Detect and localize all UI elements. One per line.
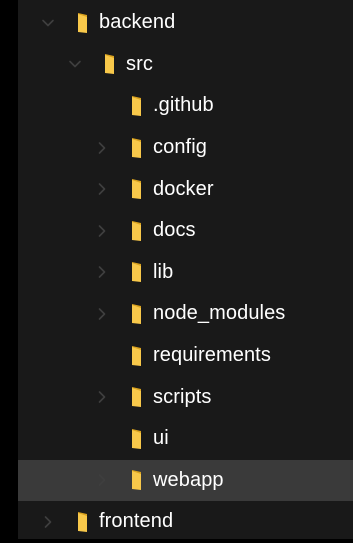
chevron-down-icon[interactable] [38, 13, 58, 33]
folder-icon [128, 261, 148, 283]
tree-item-label: docker [153, 177, 214, 200]
tree-item-label: requirements [153, 344, 271, 367]
chevron-right-icon[interactable] [92, 179, 112, 199]
folder-icon [128, 303, 148, 325]
folder-icon [128, 345, 148, 367]
folder-icon [128, 220, 148, 242]
folder-icon [128, 386, 148, 408]
tree-item-label: docs [153, 219, 196, 242]
chevron-right-icon[interactable] [92, 470, 112, 490]
tree-item-ui[interactable]: ui [18, 418, 353, 460]
tree-item-label: backend [99, 11, 176, 34]
tree-item-webapp[interactable]: webapp [18, 459, 353, 502]
chevron-right-icon[interactable] [92, 387, 112, 407]
tree-item-label: .github [153, 94, 214, 117]
chevron-right-icon[interactable] [92, 221, 112, 241]
tree-item-docs[interactable]: docs [18, 210, 353, 252]
folder-tree: backend src .github config docker docs lib node… [0, 0, 353, 539]
folder-icon [128, 95, 148, 117]
tree-item-scripts[interactable]: scripts [18, 376, 353, 418]
tree-item-config[interactable]: config [18, 127, 353, 169]
tree-item-frontend[interactable]: frontend [18, 501, 353, 543]
tree-item-lib[interactable]: lib [18, 252, 353, 294]
tree-item-label: config [153, 136, 207, 159]
tree-item-label: ui [153, 427, 169, 450]
tree-item-label: lib [153, 260, 174, 283]
chevron-down-icon[interactable] [65, 54, 85, 74]
folder-icon [128, 137, 148, 159]
tree-item-github[interactable]: .github [18, 85, 353, 127]
tree-item-label: frontend [99, 510, 174, 533]
tree-item-docker[interactable]: docker [18, 168, 353, 210]
folder-icon [128, 428, 148, 450]
tree-item-requirements[interactable]: requirements [18, 335, 353, 377]
chevron-right-icon[interactable] [92, 138, 112, 158]
folder-icon [101, 53, 121, 75]
tree-item-src[interactable]: src [18, 44, 353, 86]
chevron-right-icon[interactable] [92, 304, 112, 324]
chevron-right-icon[interactable] [92, 262, 112, 282]
tree-item-label: src [126, 52, 153, 75]
tree-item-label: webapp [153, 468, 224, 491]
tree-item-backend[interactable]: backend [18, 2, 353, 44]
chevron-right-icon[interactable] [38, 512, 58, 532]
tree-item-node-modules[interactable]: node_modules [18, 293, 353, 335]
folder-icon [128, 178, 148, 200]
folder-icon [74, 511, 94, 533]
tree-item-label: node_modules [153, 302, 286, 325]
folder-icon [128, 469, 148, 491]
folder-icon [74, 12, 94, 34]
tree-item-label: scripts [153, 385, 212, 408]
